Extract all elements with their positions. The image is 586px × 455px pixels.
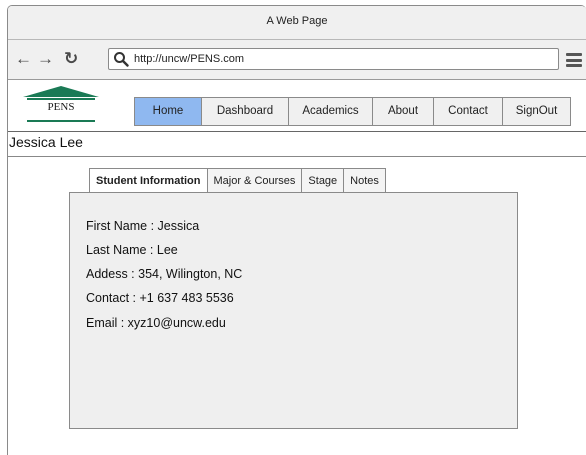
email-field: Email : xyz10@uncw.edu — [86, 316, 226, 330]
address-field: Addess : 354, Wilington, NC — [86, 267, 243, 281]
browser-toolbar: ← → ↻ http://uncw/PENS.com — [8, 40, 586, 80]
tab-stage[interactable]: Stage — [302, 168, 345, 193]
window-title: A Web Page — [8, 6, 586, 40]
search-icon — [114, 52, 129, 67]
hamburger-menu-icon[interactable] — [566, 53, 582, 67]
reload-icon[interactable]: ↻ — [64, 50, 78, 68]
address-bar[interactable]: http://uncw/PENS.com — [108, 48, 559, 70]
forward-arrow-icon[interactable]: → — [37, 50, 54, 68]
tab-bar: Student Information Major & Courses Stag… — [89, 168, 386, 193]
divider — [8, 156, 586, 157]
nav-dashboard[interactable]: Dashboard — [202, 98, 289, 125]
browser-window: A Web Page ← → ↻ http://uncw/PENS.com PE… — [7, 5, 586, 455]
nav-home[interactable]: Home — [135, 98, 202, 125]
student-info-panel: First Name : Jessica Last Name : Lee Add… — [69, 192, 518, 429]
logo-text: PENS — [47, 101, 75, 113]
tab-major-courses[interactable]: Major & Courses — [207, 168, 303, 193]
url-text[interactable]: http://uncw/PENS.com — [134, 53, 244, 65]
contact-field: Contact : +1 637 483 5536 — [86, 291, 234, 305]
nav-contact[interactable]: Contact — [434, 98, 503, 125]
tab-notes[interactable]: Notes — [344, 168, 386, 193]
first-name-field: First Name : Jessica — [86, 219, 200, 233]
user-name-heading: Jessica Lee — [9, 134, 83, 150]
pens-logo[interactable]: PENS — [21, 85, 101, 125]
nav-about[interactable]: About — [373, 98, 434, 125]
nav-signout[interactable]: SignOut — [503, 98, 570, 125]
nav-academics[interactable]: Academics — [289, 98, 373, 125]
last-name-field: Last Name : Lee — [86, 243, 178, 257]
tab-student-information[interactable]: Student Information — [89, 168, 208, 193]
main-nav: Home Dashboard Academics About Contact S… — [134, 97, 571, 126]
site-header: PENS Home Dashboard Academics About Cont… — [8, 81, 586, 132]
back-arrow-icon[interactable]: ← — [15, 50, 32, 68]
